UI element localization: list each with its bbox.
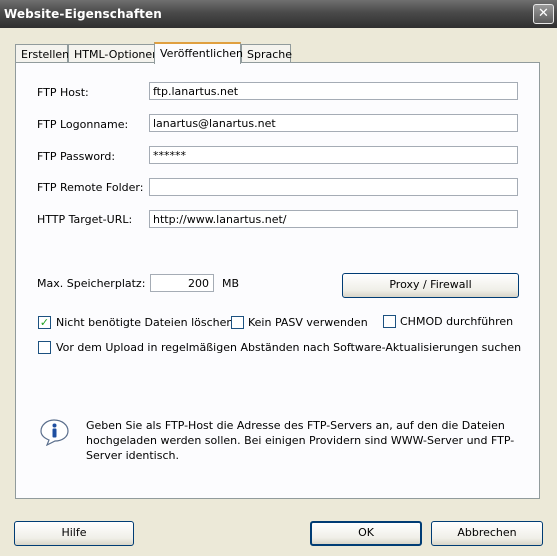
delete-unneeded-label: Nicht benötigte Dateien löschen — [56, 316, 234, 329]
ok-label: OK — [358, 526, 374, 539]
ftp-host-input[interactable]: ftp.lanartus.net — [149, 82, 518, 100]
cancel-label: Abbrechen — [457, 526, 517, 539]
ftp-login-input[interactable]: lanartus@lanartus.net — [149, 114, 518, 132]
tab-sprache[interactable]: Sprache — [241, 44, 293, 63]
ftp-host-label: FTP Host: — [37, 86, 89, 99]
ftp-remote-folder-label: FTP Remote Folder: — [37, 181, 144, 194]
info-text: Geben Sie als FTP-Host die Adresse des F… — [86, 419, 515, 462]
update-check-checkbox[interactable] — [38, 341, 51, 354]
info-icon — [40, 419, 69, 446]
max-storage-unit: MB — [222, 277, 240, 290]
ok-button[interactable]: OK — [310, 521, 422, 546]
ftp-login-label: FTP Logonname: — [37, 118, 129, 131]
help-label: Hilfe — [61, 526, 87, 539]
proxy-firewall-button[interactable]: Proxy / Firewall — [342, 273, 519, 298]
tab-erstellen[interactable]: Erstellen — [15, 44, 70, 63]
check-mark-icon: ✓ — [39, 316, 50, 329]
window-title: Website-Eigenschaften — [4, 7, 162, 21]
http-target-url-label: HTTP Target-URL: — [37, 213, 133, 226]
close-icon: ✕ — [538, 6, 549, 21]
tab-html-optionen[interactable]: HTML-Optionen — [68, 44, 159, 63]
http-target-url-input[interactable]: http://www.lanartus.net/ — [149, 210, 518, 228]
ftp-remote-folder-input[interactable] — [149, 178, 518, 196]
close-button[interactable]: ✕ — [533, 4, 554, 24]
max-storage-input[interactable]: 200 — [150, 274, 214, 292]
proxy-firewall-label: Proxy / Firewall — [389, 278, 472, 291]
tab-label: HTML-Optionen — [74, 48, 160, 61]
chmod-checkbox[interactable] — [383, 315, 396, 328]
tab-label: Veröffentlichen — [160, 47, 243, 60]
tab-veroeffentlichen[interactable]: Veröffentlichen — [154, 42, 243, 64]
ftp-password-input[interactable]: ****** — [149, 146, 518, 164]
no-pasv-label: Kein PASV verwenden — [248, 316, 368, 329]
update-check-label: Vor dem Upload in regelmäßigen Abständen… — [56, 341, 522, 354]
tab-label: Erstellen — [21, 48, 70, 61]
chmod-label: CHMOD durchführen — [400, 315, 514, 328]
title-bar: Website-Eigenschaften ✕ — [0, 0, 557, 28]
tab-label: Sprache — [247, 48, 293, 61]
max-storage-label: Max. Speicherplatz: — [37, 277, 146, 290]
cancel-button[interactable]: Abbrechen — [431, 521, 543, 546]
help-button[interactable]: Hilfe — [14, 521, 134, 546]
no-pasv-checkbox[interactable] — [231, 316, 244, 329]
ftp-password-label: FTP Password: — [37, 150, 116, 163]
delete-unneeded-checkbox[interactable]: ✓ — [38, 316, 51, 329]
